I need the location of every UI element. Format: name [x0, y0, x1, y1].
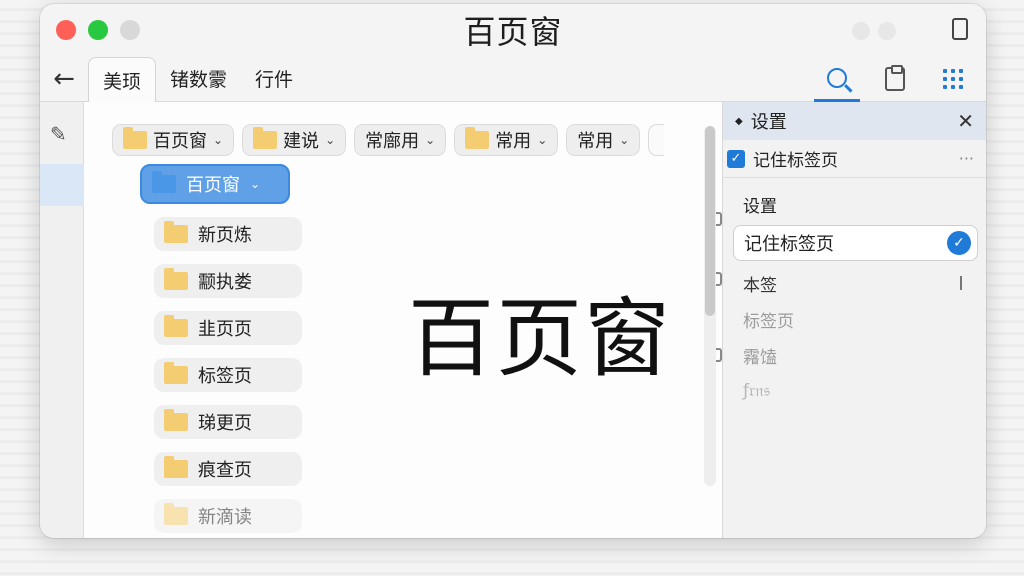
search-button[interactable] [814, 56, 860, 102]
folder-icon [465, 127, 490, 149]
tree-item[interactable]: 珶更页 [154, 405, 302, 439]
settings-panel: ◆ 设置 ✕ ✓ 记住标签页 ··· 设置 记住标签页 ✓ 本签 标签页 霿馌 … [722, 102, 986, 538]
folder-icon [164, 456, 188, 478]
settings-panel-title: 设置 [750, 112, 787, 133]
settings-panel-header: ◆ 设置 ✕ [723, 102, 986, 140]
clipboard-icon [885, 65, 905, 91]
breadcrumb-item[interactable]: 常用 ⌄ [454, 124, 559, 156]
clipboard-button[interactable] [872, 56, 918, 102]
apps-button[interactable] [930, 56, 976, 102]
main-content: 百页窗 ⌄ 建说 ⌄ 常廍用 ⌄ 常用 ⌄ 常用 ⌄ 百页窗 ⌄ 新页炼 颥执娄… [84, 102, 722, 538]
divider-icon [960, 276, 962, 290]
page-title: 百页窗 [408, 289, 672, 389]
rail-selected-item[interactable] [40, 164, 84, 206]
minimize-window-button[interactable] [120, 20, 140, 40]
window-title: 百页窗 [463, 13, 563, 51]
breadcrumb: 百页窗 ⌄ 建说 ⌄ 常廍用 ⌄ 常用 ⌄ 常用 ⌄ [112, 124, 665, 156]
tab-3[interactable]: 行件 [241, 56, 307, 102]
breadcrumb-item[interactable]: 常用 ⌄ [566, 124, 641, 156]
tab-2[interactable]: 锗数霥 [156, 56, 241, 102]
chevron-down-icon: ⌄ [537, 133, 548, 147]
toolbar [814, 56, 976, 102]
search-icon [827, 67, 847, 88]
breadcrumb-item[interactable]: 百页窗 ⌄ [112, 124, 235, 156]
title-bar: 百页窗 [40, 4, 986, 56]
scrollbar-thumb[interactable] [705, 126, 715, 316]
tab-bar: ← 美顼 锗数霥 行件 [40, 56, 986, 103]
section-label: 设置 [743, 197, 777, 217]
app-window: 百页窗 ← 美顼 锗数霥 行件 ✎ 百页窗 ⌄ 建说 ⌄ 常廍用 ⌄ 常用 ⌄ … [40, 4, 986, 538]
breadcrumb-overflow[interactable] [648, 124, 665, 156]
tab-1[interactable]: 美顼 [88, 56, 157, 103]
grid-icon [943, 69, 963, 89]
folder-icon [164, 409, 188, 431]
more-icon[interactable]: ··· [959, 149, 974, 168]
breadcrumb-item[interactable]: 常廍用 ⌄ [354, 124, 447, 156]
settings-item[interactable]: 本签 [723, 265, 986, 301]
tree-item[interactable]: 新滴读 [154, 499, 302, 533]
chevron-down-icon: ⌄ [325, 133, 336, 147]
chevron-down-icon: ⌄ [619, 133, 630, 147]
back-arrow-icon[interactable]: ← [40, 56, 88, 102]
folder-icon [152, 171, 176, 193]
tree-item[interactable]: 韭页页 [154, 311, 302, 345]
folder-icon [164, 221, 188, 243]
close-icon[interactable]: ✕ [957, 109, 974, 133]
left-rail: ✎ [40, 102, 84, 538]
remember-tabs-row[interactable]: ✓ 记住标签页 ··· [723, 140, 986, 178]
ghost-controls [852, 22, 896, 40]
folder-icon [164, 315, 188, 337]
remember-tabs-checkbox[interactable]: ✓ [727, 149, 745, 168]
settings-item[interactable]: 标签页 [723, 301, 986, 337]
tree-item[interactable]: 痕查页 [154, 452, 302, 486]
close-window-button[interactable] [56, 20, 76, 40]
maximize-window-button[interactable] [88, 20, 108, 40]
folder-icon [164, 503, 188, 525]
remember-tabs-field[interactable]: 记住标签页 ✓ [733, 225, 978, 261]
folder-tree: 百页窗 ⌄ 新页炼 颥执娄 韭页页 标签页 珶更页 痕查页 新滴读 [140, 164, 302, 538]
folder-icon [164, 268, 188, 290]
chevron-down-icon: ⌄ [213, 133, 224, 147]
settings-item[interactable]: ƒ𝔯𝔫𝔰 [723, 373, 986, 409]
tree-item[interactable]: 颥执娄 [154, 264, 302, 298]
pencil-icon[interactable]: ✎ [50, 122, 67, 146]
tree-item[interactable]: 标签页 [154, 358, 302, 392]
window-controls [56, 20, 140, 40]
sidebar-toggle-icon[interactable] [952, 18, 968, 40]
scrollbar[interactable] [704, 126, 716, 486]
settings-item[interactable]: 霿馌 [723, 337, 986, 373]
bullet-icon: ◆ [735, 115, 743, 127]
breadcrumb-item[interactable]: 建说 ⌄ [242, 124, 347, 156]
tree-item[interactable]: 新页炼 [154, 217, 302, 251]
folder-icon [123, 127, 147, 149]
tree-item-selected[interactable]: 百页窗 ⌄ [140, 164, 290, 204]
folder-icon [164, 362, 188, 384]
check-circle-icon: ✓ [947, 231, 971, 255]
chevron-down-icon: ⌄ [425, 133, 436, 147]
chevron-down-icon: ⌄ [250, 177, 261, 191]
folder-icon [253, 127, 278, 149]
